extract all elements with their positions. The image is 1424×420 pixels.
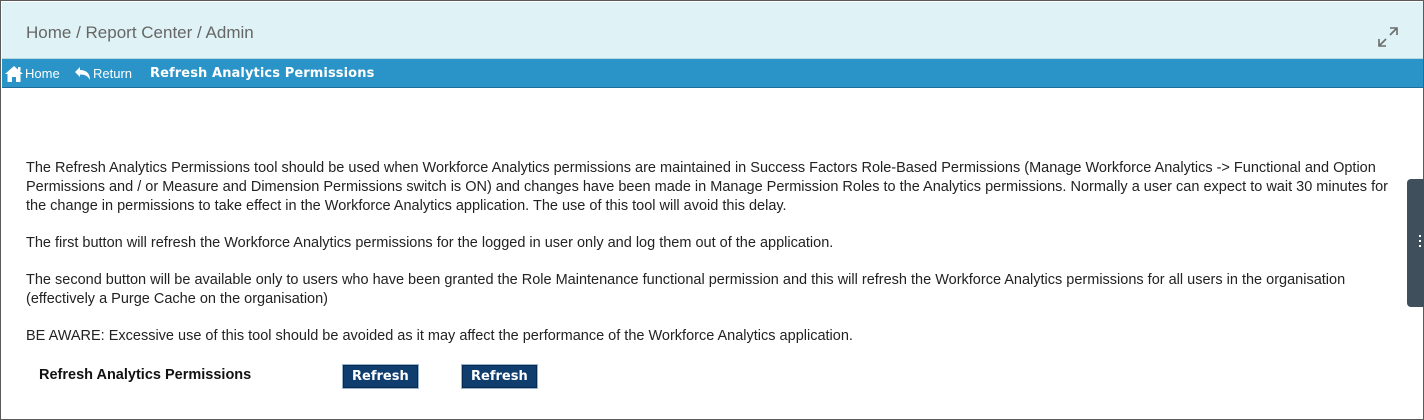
refresh-org-button[interactable]: Refresh Org (461, 364, 538, 405)
return-label: Return (93, 66, 133, 81)
grip-icon (1419, 235, 1421, 237)
paragraph-second-button: The second button will be available only… (26, 272, 1346, 307)
return-icon (72, 64, 92, 84)
breadcrumb-bar: Home / Report Center / Admin (2, 2, 1423, 59)
nav-bar: Home Return Refresh Analytics Permission… (2, 59, 1423, 88)
paragraph-warning: BE AWARE: Excessive use of this tool sho… (26, 328, 853, 344)
action-label: Refresh Analytics Permissions (39, 367, 252, 383)
description: The Refresh Analytics Permissions tool s… (26, 159, 1396, 364)
home-icon (4, 64, 24, 84)
breadcrumb: Home / Report Center / Admin (26, 23, 254, 42)
side-panel-handle[interactable] (1407, 179, 1424, 307)
paragraph-first-button: The first button will refresh the Workfo… (26, 235, 834, 251)
home-label: Home (25, 66, 60, 81)
home-link[interactable]: Home (4, 59, 60, 88)
page-frame: Home / Report Center / Admin Home Return… (0, 0, 1424, 420)
expand-icon[interactable] (1377, 26, 1399, 48)
return-link[interactable]: Return (72, 59, 132, 88)
paragraph-intro: The Refresh Analytics Permissions tool s… (26, 160, 1389, 214)
refresh-user-button[interactable]: Refresh User (342, 364, 419, 405)
page-title: Refresh Analytics Permissions (150, 66, 375, 81)
